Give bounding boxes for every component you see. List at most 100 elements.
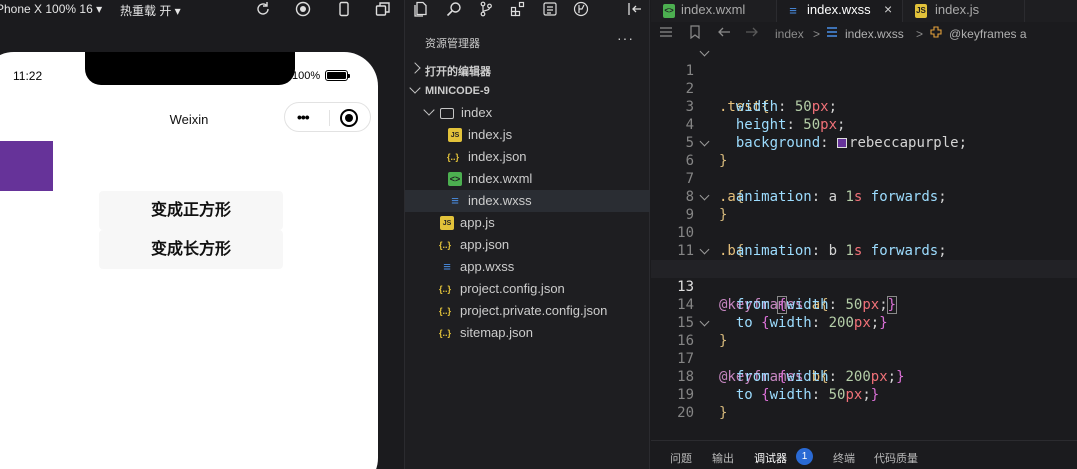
code-line[interactable]: 14 to {width: 200px;}: [651, 278, 1077, 331]
code-line[interactable]: 20: [651, 386, 1077, 421]
explorer-title: 资源管理器: [425, 38, 480, 50]
code-line[interactable]: 4 background: rebeccapurple;: [651, 98, 1077, 151]
bookmark-icon[interactable]: [688, 25, 702, 42]
code-line[interactable]: 17 from {width: 200px;}: [651, 332, 1077, 385]
fold-chevron-icon[interactable]: [699, 316, 710, 327]
file-project-config-json[interactable]: {..} project.config.json: [405, 278, 650, 300]
list-icon[interactable]: [659, 25, 673, 42]
breadcrumb-folder[interactable]: index: [775, 27, 804, 41]
json-icon: {..}: [438, 328, 451, 338]
file-app-js[interactable]: JS app.js: [405, 212, 650, 234]
file-index-wxss[interactable]: ≡ index.wxss: [405, 190, 650, 212]
breadcrumb-file[interactable]: index.wxss: [845, 27, 904, 41]
code-line[interactable]: 10 animation: b 1s forwards;: [651, 206, 1077, 259]
file-project-private-config-json[interactable]: {..} project.private.config.json: [405, 300, 650, 322]
file-index-json[interactable]: {..} index.json: [405, 146, 650, 168]
more-actions-button[interactable]: ···: [617, 30, 634, 46]
code-line[interactable]: 9 .b{: [651, 188, 1077, 259]
more-dots-icon[interactable]: •••: [297, 110, 310, 124]
build-icon[interactable]: [542, 1, 558, 17]
chevron-down-icon: [423, 104, 435, 116]
file-index-wxml[interactable]: <> index.wxml: [405, 168, 650, 190]
code-line[interactable]: 3 height: 50px;: [651, 80, 1077, 133]
make-rectangle-button[interactable]: 变成长方形: [99, 230, 283, 269]
stop-icon[interactable]: [295, 1, 311, 17]
tab-label: index.js: [935, 2, 980, 17]
project-section[interactable]: MINICODE-9: [405, 80, 650, 102]
battery-icon: [325, 70, 350, 81]
file-label: sitemap.json: [460, 325, 533, 340]
device-selector[interactable]: Phone X 100% 16 ▾: [0, 2, 102, 16]
fold-chevron-icon[interactable]: [699, 244, 710, 255]
close-icon[interactable]: ×: [884, 1, 892, 17]
open-editors-section[interactable]: 打开的编辑器: [405, 58, 650, 80]
extensions-icon[interactable]: [510, 1, 526, 17]
code-line[interactable]: 1 .test{: [651, 44, 1077, 115]
file-app-wxss[interactable]: ≡ app.wxss: [405, 256, 650, 278]
file-label: project.private.config.json: [460, 303, 608, 318]
code-line[interactable]: 15 }: [651, 296, 1077, 349]
collapse-panel-icon[interactable]: [627, 1, 643, 17]
code-line[interactable]: 8 }: [651, 170, 1077, 223]
file-index-js[interactable]: JS index.js: [405, 124, 650, 146]
open-editors-label: 打开的编辑器: [425, 66, 491, 78]
capsule-divider: [329, 110, 330, 126]
tab-debugger[interactable]: 调试器: [754, 450, 787, 466]
code-line[interactable]: 12 @keyframes a{: [651, 242, 1077, 313]
file-app-json[interactable]: {..} app.json: [405, 234, 650, 256]
debugger-count-badge: 1: [796, 448, 813, 465]
tab-terminal[interactable]: 终端: [833, 450, 855, 466]
code-line[interactable]: 5 }: [651, 116, 1077, 169]
wxml-icon: <>: [663, 4, 675, 18]
tab-index-wxss[interactable]: ≡ index.wxss ×: [777, 0, 903, 22]
back-arrow-icon[interactable]: [717, 25, 731, 42]
search-icon[interactable]: [446, 1, 462, 17]
debug-icon[interactable]: [573, 1, 589, 17]
fold-chevron-icon[interactable]: [699, 136, 710, 147]
js-icon: JS: [448, 128, 462, 142]
tab-problems[interactable]: 问题: [670, 450, 692, 466]
fold-chevron-icon[interactable]: [699, 190, 710, 201]
breadcrumb-symbol[interactable]: @keyframes a: [949, 27, 1027, 41]
wxml-icon: <>: [448, 172, 462, 186]
js-icon: JS: [915, 4, 927, 18]
code-line[interactable]: 6 .a{: [651, 134, 1077, 205]
file-label: index.json: [468, 149, 527, 164]
editor-tabs: <> index.wxml ≡ index.wxss × JS index.js: [651, 0, 1077, 22]
json-icon: {..}: [438, 284, 451, 294]
make-square-button[interactable]: 变成正方形: [99, 191, 283, 230]
code-line[interactable]: 18 to {width: 50px;}: [651, 350, 1077, 403]
chevron-down-icon: [409, 82, 421, 94]
tab-index-wxml[interactable]: <> index.wxml: [651, 0, 777, 22]
fold-chevron-icon[interactable]: [699, 46, 710, 57]
detach-window-icon[interactable]: [375, 1, 391, 17]
folder-index[interactable]: index: [405, 102, 650, 124]
source-control-icon[interactable]: [478, 1, 494, 17]
explorer-panel: 资源管理器 ··· 打开的编辑器 MINICODE-9 index JS ind…: [404, 0, 650, 469]
tab-index-js[interactable]: JS index.js: [903, 0, 1025, 22]
phone-screen: 11:22 100% Weixin ••• 变成正方形 变成长方形: [0, 52, 378, 469]
code-line[interactable]: 2 width: 50px;: [651, 62, 1077, 115]
files-icon[interactable]: [413, 1, 429, 17]
phone-icon[interactable]: [336, 1, 352, 17]
project-label: MINICODE-9: [425, 85, 490, 97]
file-label: app.json: [460, 237, 510, 252]
refresh-icon[interactable]: [255, 1, 271, 17]
code-line[interactable]: 16 @keyframes b{: [651, 314, 1077, 385]
wxss-icon: ≡: [451, 193, 459, 208]
file-sitemap-json[interactable]: {..} sitemap.json: [405, 322, 650, 344]
tab-output[interactable]: 输出: [712, 450, 734, 466]
code-line-current[interactable]: 13 from {width: 50px;}: [651, 260, 1077, 314]
file-label: index.wxml: [468, 171, 533, 186]
menu-capsule[interactable]: •••: [284, 102, 371, 132]
code-line[interactable]: 19 }: [651, 368, 1077, 421]
code-line[interactable]: 11 }: [651, 224, 1077, 277]
chevron-right-icon: [409, 62, 421, 74]
forward-arrow-icon[interactable]: [745, 25, 759, 42]
json-icon: {..}: [438, 306, 451, 316]
close-target-icon[interactable]: [340, 109, 358, 127]
tab-code-quality[interactable]: 代码质量: [874, 450, 918, 466]
hot-reload-toggle[interactable]: 热重载 开 ▾: [120, 2, 181, 19]
wxss-icon: ≡: [789, 3, 797, 18]
code-line[interactable]: 7 animation: a 1s forwards;: [651, 152, 1077, 205]
